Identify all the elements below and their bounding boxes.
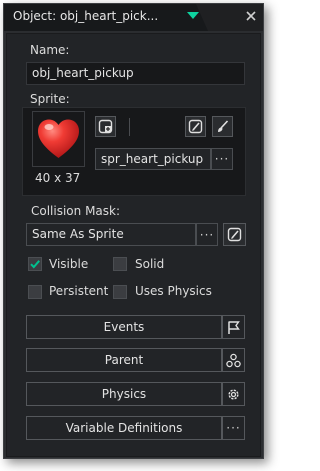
collision-mask-browse-button[interactable]: ··· (196, 223, 218, 246)
events-button[interactable]: Events (26, 315, 222, 339)
name-label: Name: (30, 43, 70, 57)
tab-arrow-icon (187, 12, 199, 19)
edit-image-icon (188, 119, 203, 134)
sprite-preview[interactable] (32, 111, 85, 167)
sprite-dimensions: 40 x 37 (35, 171, 81, 185)
collision-mask-label: Collision Mask: (31, 204, 121, 218)
parent-button[interactable]: Parent (26, 348, 222, 372)
variable-definitions-button[interactable]: Variable Definitions (26, 416, 222, 440)
window-title: Object: obj_heart_pick... (13, 9, 159, 23)
brush-icon (218, 120, 229, 132)
uses-physics-checkbox[interactable] (113, 285, 127, 299)
sprite-field[interactable]: spr_heart_pickup (95, 148, 211, 170)
toolbar-divider (129, 118, 130, 136)
edit-image-icon (227, 227, 242, 242)
edit-collision-mask-button[interactable] (223, 223, 246, 246)
heart-icon (38, 119, 79, 158)
name-field[interactable]: obj_heart_pickup (26, 62, 245, 85)
solid-checkbox[interactable] (113, 257, 127, 271)
solid-label: Solid (135, 257, 165, 271)
physics-button[interactable]: Physics (26, 382, 222, 406)
visible-checkbox[interactable] (28, 257, 42, 271)
close-icon[interactable] (244, 9, 258, 23)
new-sprite-button[interactable] (95, 116, 116, 137)
more-dots-icon: ··· (226, 421, 241, 435)
paint-sprite-button[interactable] (212, 116, 233, 137)
persistent-label: Persistent (49, 284, 109, 298)
sprite-label: Sprite: (30, 92, 70, 106)
edit-sprite-button[interactable] (185, 116, 206, 137)
object-tab[interactable]: Object: obj_heart_pick... (4, 4, 208, 31)
parent-icon-button[interactable] (222, 348, 245, 372)
collision-mask-field[interactable]: Same As Sprite (26, 223, 196, 246)
flag-icon (228, 320, 240, 334)
visible-label: Visible (49, 257, 89, 271)
events-icon-button[interactable] (222, 315, 245, 339)
add-sprite-icon (98, 119, 113, 134)
physics-icon-button[interactable] (222, 382, 245, 406)
gear-icon (228, 388, 239, 400)
sprite-browse-button[interactable]: ··· (211, 148, 233, 170)
sprite-section: 40 x 37 spr_heart_pickup ··· (22, 107, 246, 196)
persistent-checkbox[interactable] (28, 285, 42, 299)
title-bar: Object: obj_heart_pick... (4, 4, 263, 31)
checkmark-icon (30, 260, 40, 269)
variable-definitions-more-button[interactable]: ··· (222, 416, 245, 440)
hierarchy-icon (226, 353, 241, 367)
more-dots-icon: ··· (199, 227, 215, 242)
uses-physics-label: Uses Physics (135, 284, 212, 298)
more-dots-icon: ··· (214, 152, 230, 166)
